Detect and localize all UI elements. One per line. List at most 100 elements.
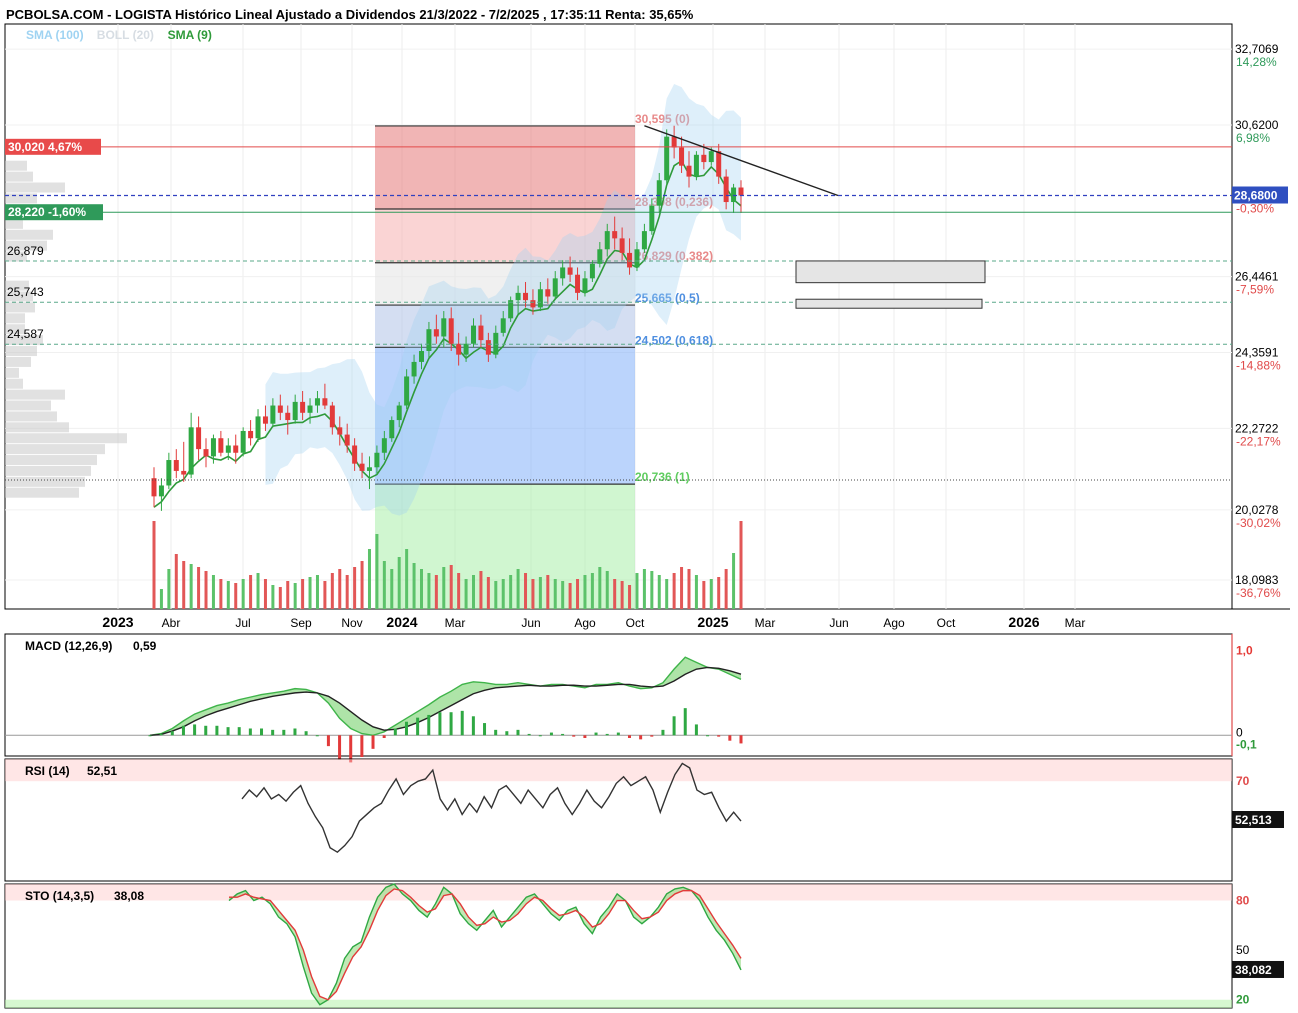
volume-bar-66 — [642, 569, 646, 609]
volume-bar-67 — [650, 571, 654, 609]
macd-hist-44 — [639, 735, 643, 740]
volume-bar-79 — [739, 521, 743, 609]
volume-bar-3 — [174, 554, 178, 609]
volume-bar-45 — [486, 577, 490, 609]
y-tick-pct-0: 14,28% — [1236, 55, 1277, 69]
macd-hist-6 — [215, 725, 219, 736]
volume-bar-11 — [234, 583, 238, 609]
volume-bar-26 — [345, 575, 349, 609]
volume-bar-59 — [590, 573, 594, 609]
macd-hist-4 — [193, 724, 197, 736]
x-tick-1: Abr — [162, 616, 181, 630]
macd-hist-31 — [494, 729, 498, 736]
candle-0 — [151, 467, 157, 508]
x-tick-4: Nov — [341, 616, 362, 630]
volume-bar-5 — [189, 564, 193, 609]
sto-d-line — [229, 888, 742, 1001]
volume-bar-53 — [546, 575, 550, 609]
volume-bar-20 — [301, 579, 305, 609]
candle-6 — [196, 416, 202, 461]
macd-hist-34 — [527, 733, 531, 736]
volume-bar-48 — [509, 575, 513, 609]
macd-hist-30 — [483, 723, 487, 736]
volume-bar-40 — [449, 565, 453, 609]
macd-hist-47 — [672, 716, 676, 736]
volume-bar-63 — [620, 581, 624, 609]
volume-bar-14 — [256, 573, 260, 609]
price-tag-high: 30,020 4,67% — [8, 140, 82, 154]
macd-hist-24 — [416, 717, 420, 736]
sto-value: 38,08 — [114, 889, 144, 903]
y-tick-pct-1: 6,98% — [1236, 131, 1270, 145]
macd-hist-45 — [650, 735, 654, 737]
y-tick-6: 18,0983 — [1235, 573, 1279, 587]
volume-bar-71 — [680, 567, 684, 609]
volume-bar-78 — [732, 553, 736, 609]
volume-bar-64 — [628, 585, 632, 609]
macd-panel-frame — [4, 633, 1233, 757]
macd-hist-43 — [627, 735, 631, 738]
macd-hist-41 — [605, 733, 609, 736]
volume-bar-37 — [427, 573, 431, 609]
volume-bar-44 — [479, 571, 483, 609]
volume-bar-34 — [405, 549, 409, 609]
volume-profile-bar-24 — [5, 455, 97, 466]
volume-bar-65 — [635, 573, 639, 609]
x-tick-11: Mar — [755, 616, 776, 630]
macd-hist-36 — [549, 732, 553, 736]
macd-hist-39 — [583, 735, 587, 738]
volume-profile-bar-18 — [5, 389, 65, 400]
macd-hist-52 — [728, 735, 732, 741]
volume-bar-72 — [687, 569, 691, 609]
volume-bar-12 — [241, 579, 245, 609]
macd-hist-29 — [471, 716, 475, 736]
rsi-value: 52,51 — [87, 764, 117, 778]
volume-bar-16 — [271, 585, 275, 609]
volume-bar-54 — [553, 579, 557, 609]
y-tick-pct-6: -36,76% — [1236, 586, 1281, 600]
macd-hist-21 — [382, 735, 386, 738]
macd-hist-8 — [237, 727, 241, 736]
volume-profile-bar-15 — [5, 356, 31, 367]
volume-profile-bar-10 — [5, 302, 35, 313]
macd-hist-2 — [170, 731, 174, 736]
volume-bar-17 — [278, 587, 282, 609]
x-tick-16: Mar — [1065, 616, 1086, 630]
volume-profile-bar-14 — [5, 346, 37, 357]
x-tick-12: Jun — [829, 616, 848, 630]
x-tick-5: 2024 — [386, 614, 417, 630]
volume-bar-18 — [286, 581, 290, 609]
macd-hist-20 — [371, 735, 375, 749]
macd-hist-51 — [717, 735, 721, 737]
macd-hist-46 — [661, 729, 665, 736]
support-label-0: 26,879 — [7, 244, 44, 258]
volume-bar-51 — [531, 579, 535, 609]
y-tick-pct-5: -30,02% — [1236, 516, 1281, 530]
y-tick-1: 30,6200 — [1235, 118, 1279, 132]
volume-bar-38 — [434, 575, 438, 609]
volume-bar-6 — [197, 567, 201, 609]
volume-profile-bar-1 — [5, 171, 33, 182]
x-tick-0: 2023 — [102, 614, 133, 630]
legend-item-2: SMA (9) — [168, 28, 212, 42]
volume-bar-49 — [516, 569, 520, 609]
sto-tick-20: 20 — [1236, 993, 1250, 1007]
volume-bar-73 — [694, 575, 698, 609]
volume-bar-28 — [360, 561, 364, 609]
volume-bar-9 — [219, 579, 223, 609]
macd-hist-17 — [338, 735, 342, 760]
rsi-overbought-zone — [5, 759, 1232, 782]
macd-hist-28 — [460, 710, 464, 736]
last-price-tag: 28,6800 — [1234, 189, 1278, 203]
macd-hist-7 — [226, 727, 230, 736]
y-tick-pct-4: -22,17% — [1236, 434, 1281, 448]
macd-hist-53 — [739, 735, 743, 744]
macd-hist-14 — [304, 731, 308, 736]
y-tick-4: 22,2722 — [1235, 421, 1279, 435]
rsi-last-tag: 52,513 — [1235, 813, 1272, 827]
volume-bar-24 — [330, 573, 334, 609]
legend-item-1: BOLL (20) — [97, 28, 154, 42]
volume-bar-61 — [605, 571, 609, 609]
candle-12 — [240, 427, 246, 457]
volume-bar-62 — [613, 579, 617, 609]
